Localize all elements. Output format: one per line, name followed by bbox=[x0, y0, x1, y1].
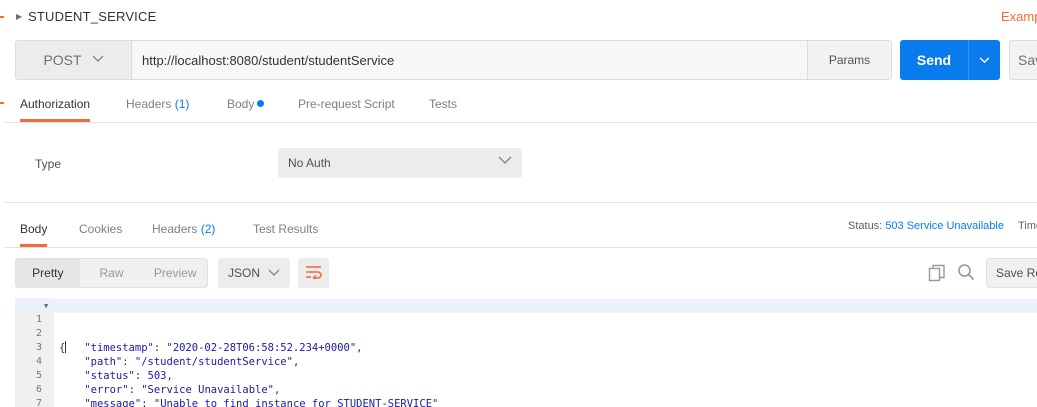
code-line: 4 "status": 503, bbox=[15, 341, 1037, 382]
request-name[interactable]: STUDENT_SERVICE bbox=[28, 9, 156, 24]
save-button[interactable]: Save bbox=[1009, 40, 1037, 80]
status-value[interactable]: 503 Service Unavailable bbox=[885, 220, 1004, 232]
request-tabs: Authorization Headers (1) Body Pre-reque… bbox=[5, 88, 1037, 123]
raw-button[interactable]: Raw bbox=[80, 259, 144, 287]
url-bar: POST Params bbox=[15, 40, 892, 80]
modified-dot-icon bbox=[257, 100, 265, 107]
tab-body[interactable]: Body bbox=[227, 88, 265, 122]
accent-mark bbox=[0, 102, 4, 104]
tab-label: Body bbox=[20, 222, 48, 236]
section-divider bbox=[5, 202, 1037, 203]
headers-count: (1) bbox=[174, 97, 190, 111]
send-dropdown[interactable] bbox=[968, 40, 1000, 80]
tab-label: Headers bbox=[152, 222, 198, 236]
chevron-down-icon bbox=[498, 154, 512, 168]
fold-arrow-icon[interactable]: ▼ bbox=[44, 299, 48, 313]
save-response-button[interactable]: Save Response bbox=[986, 258, 1037, 288]
examples-link[interactable]: Examples bbox=[1001, 9, 1037, 24]
left-accent-bar bbox=[0, 0, 5, 407]
wrap-lines-button[interactable] bbox=[298, 258, 329, 288]
code-line: 5 "error": "Service Unavailable", bbox=[15, 355, 1037, 396]
auth-type-label: Type bbox=[35, 157, 62, 171]
tab-authorization[interactable]: Authorization bbox=[20, 88, 91, 122]
chevron-down-icon bbox=[979, 53, 990, 67]
preview-button[interactable]: Preview bbox=[143, 259, 207, 287]
url-input[interactable] bbox=[132, 41, 807, 79]
format-select[interactable]: JSON bbox=[218, 258, 290, 288]
auth-type-value: No Auth bbox=[288, 156, 331, 170]
copy-icon[interactable] bbox=[928, 264, 946, 282]
method-label: POST bbox=[43, 52, 82, 68]
status-label: Status: bbox=[848, 220, 883, 232]
auth-type-select[interactable]: No Auth bbox=[278, 148, 522, 178]
headers-count: (2) bbox=[200, 222, 216, 236]
tab-pre-request-script[interactable]: Pre-request Script bbox=[298, 88, 395, 122]
tab-label: Test Results bbox=[253, 222, 319, 236]
request-name-row: ▶ STUDENT_SERVICE Examples bbox=[0, 0, 1037, 34]
tab-test-results[interactable]: Test Results bbox=[253, 213, 318, 247]
wrap-lines-icon bbox=[305, 265, 323, 282]
tab-label: Cookies bbox=[79, 222, 123, 236]
tab-tests[interactable]: Tests bbox=[429, 88, 457, 122]
code-line: 6 "message": "Unable to find instance fo… bbox=[15, 369, 1037, 407]
tab-headers[interactable]: Headers (1) bbox=[126, 88, 189, 122]
chevron-down-icon bbox=[268, 266, 280, 280]
tab-cookies[interactable]: Cookies bbox=[79, 213, 122, 247]
code-line: 1 ▼ { bbox=[15, 299, 1037, 354]
code-text: "message": "Unable to find instance for … bbox=[84, 398, 439, 407]
tab-label: Headers bbox=[126, 97, 172, 111]
format-value: JSON bbox=[228, 266, 261, 280]
search-icon[interactable] bbox=[957, 263, 975, 281]
code-line: 3 "path": "/student/studentService", bbox=[15, 327, 1037, 368]
time-label: Time bbox=[1018, 220, 1037, 232]
code-line: 7 } bbox=[15, 383, 1037, 407]
chevron-down-icon bbox=[92, 54, 104, 66]
view-mode-group: Pretty Raw Preview bbox=[15, 258, 208, 288]
response-body-editor[interactable]: 1 ▼ { 2 "timestamp": "2020-02-28T06:58:5… bbox=[15, 298, 1037, 407]
method-select[interactable]: POST bbox=[16, 41, 132, 79]
tab-label: Tests bbox=[429, 97, 458, 111]
send-button[interactable]: Send bbox=[900, 40, 968, 80]
caret-right-icon[interactable]: ▶ bbox=[16, 12, 22, 21]
response-time-label: Time bbox=[1018, 220, 1037, 232]
pretty-button[interactable]: Pretty bbox=[16, 259, 80, 287]
tab-label: Authorization bbox=[20, 97, 91, 111]
params-button[interactable]: Params bbox=[807, 41, 891, 79]
line-number: 7 bbox=[35, 398, 42, 407]
tab-label: Body bbox=[227, 97, 255, 111]
code-line: 2 "timestamp": "2020-02-28T06:58:52.234+… bbox=[15, 313, 1037, 354]
tab-label: Pre-request Script bbox=[298, 97, 395, 111]
tab-response-headers[interactable]: Headers (2) bbox=[152, 213, 215, 247]
tab-response-body[interactable]: Body bbox=[20, 213, 48, 247]
response-status: Status: 503 Service Unavailable bbox=[848, 220, 1004, 232]
send-button-group: Send bbox=[900, 40, 1000, 80]
